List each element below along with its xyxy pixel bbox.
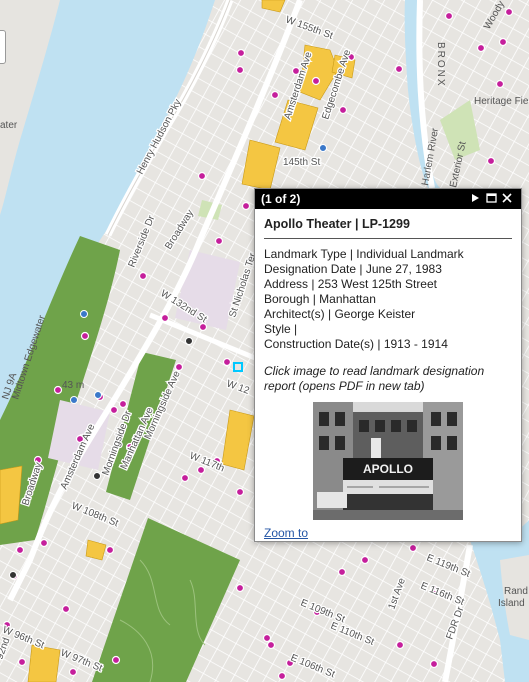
label-heritage-field: Heritage Field	[474, 96, 529, 107]
apollo-theater-photo[interactable]: APOLLO	[313, 402, 463, 520]
label-island: Island	[498, 598, 525, 609]
maximize-icon[interactable]	[483, 192, 499, 206]
label-bronx: BRONX	[435, 42, 446, 88]
popup-body: Apollo Theater | LP-1299 Landmark Type |…	[255, 209, 521, 546]
label-145th: 145th St	[283, 157, 320, 168]
play-next-icon[interactable]	[467, 193, 483, 206]
attr-designation-date: Designation Date | June 27, 1983	[264, 262, 442, 276]
close-icon[interactable]	[499, 192, 515, 206]
landmark-point-dark	[9, 571, 17, 579]
attr-landmark-type: Landmark Type | Individual Landmark	[264, 247, 464, 261]
designation-report-note: Click image to read landmark designation…	[264, 364, 485, 393]
popup-header: (1 of 2)	[255, 189, 521, 209]
attr-borough: Borough | Manhattan	[264, 292, 376, 306]
attr-architects: Architect(s) | George Keister	[264, 307, 416, 321]
landmark-point-blue	[319, 144, 327, 152]
photo-sign-text: APOLLO	[363, 462, 413, 476]
landmark-point-blue	[70, 396, 78, 404]
popup-title: Apollo Theater | LP-1299	[264, 217, 512, 239]
zoom-to-link[interactable]: Zoom to	[264, 526, 308, 540]
attr-construction-dates: Construction Date(s) | 1913 - 1914	[264, 337, 448, 351]
landmark-point-blue	[80, 310, 88, 318]
landmark-popup: (1 of 2) Apollo Theater | LP-1299 Landma…	[254, 188, 522, 542]
popup-counter: (1 of 2)	[261, 192, 301, 206]
label-rand: Rand	[504, 586, 528, 597]
attr-address: Address | 253 West 125th Street	[264, 277, 437, 291]
label-edgewater: ater	[0, 120, 18, 131]
map-panel-handle[interactable]	[0, 30, 6, 64]
label-elevation: 43 m	[62, 380, 84, 391]
landmark-point-blue	[94, 391, 102, 399]
attr-style: Style |	[264, 322, 298, 336]
landmark-point-dark	[185, 337, 193, 345]
